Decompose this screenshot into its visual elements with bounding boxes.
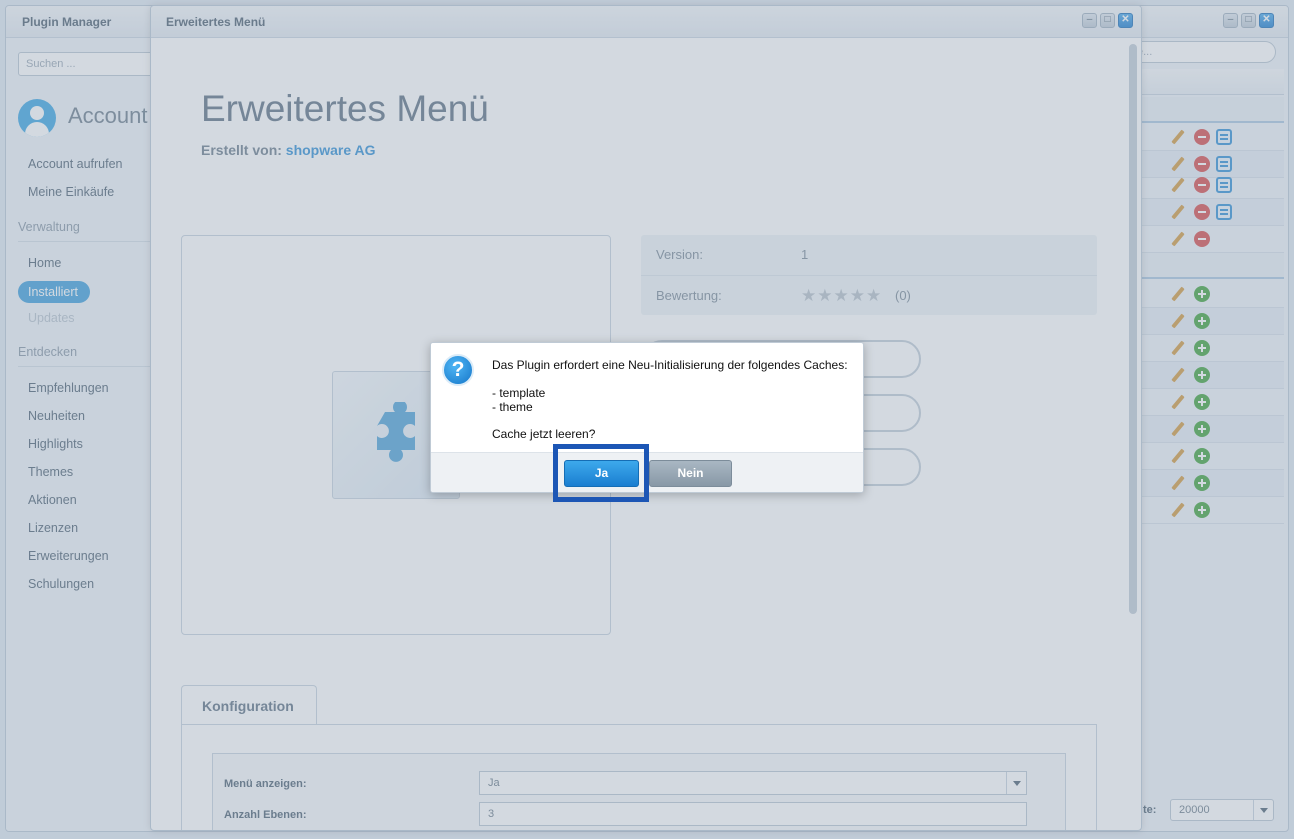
dialog-message: Das Plugin erfordert eine Neu-Initialisi… bbox=[492, 358, 848, 372]
cache-item-theme: - theme bbox=[492, 400, 533, 414]
question-icon: ? bbox=[442, 354, 474, 386]
dialog-question: Cache jetzt leeren? bbox=[492, 427, 596, 441]
highlight-box bbox=[553, 444, 649, 502]
cache-item-template: - template bbox=[492, 386, 546, 400]
no-button[interactable]: Nein bbox=[649, 460, 732, 487]
